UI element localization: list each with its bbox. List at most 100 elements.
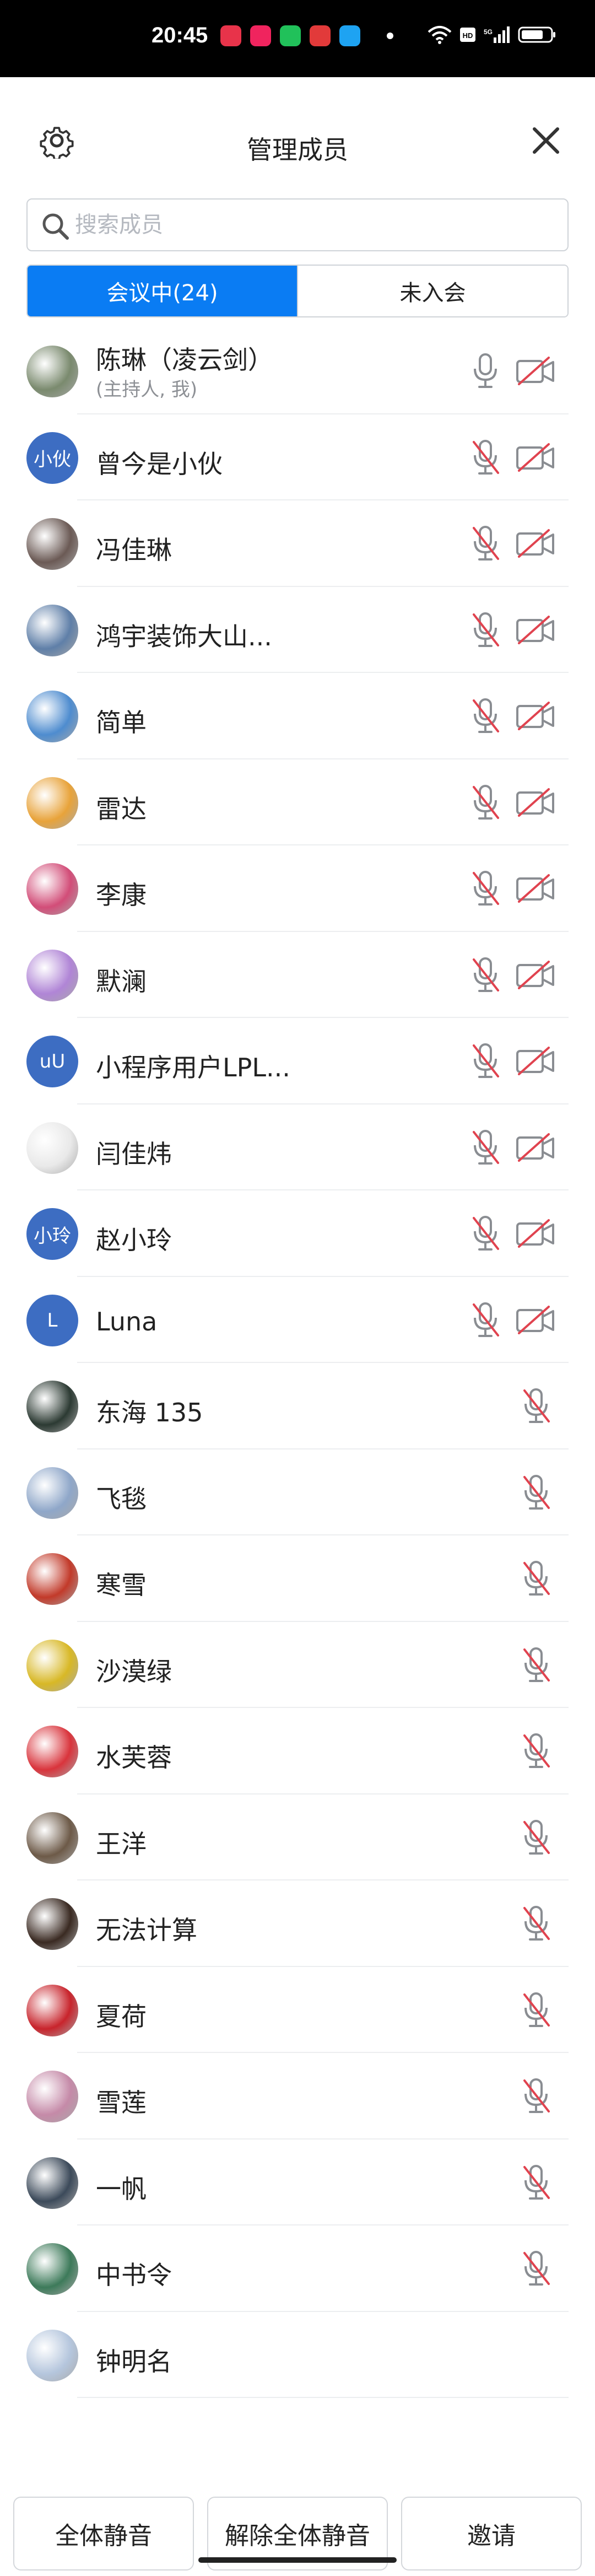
mic-muted-icon[interactable] bbox=[469, 1301, 501, 1339]
member-row[interactable]: 默澜 bbox=[0, 932, 595, 1018]
mic-muted-icon[interactable] bbox=[469, 525, 501, 562]
camera-off-icon[interactable] bbox=[516, 615, 555, 645]
system-icons: HD 5G bbox=[428, 24, 556, 45]
mic-muted-icon[interactable] bbox=[520, 1474, 552, 1511]
mic-muted-icon[interactable] bbox=[520, 1646, 552, 1684]
mic-muted-icon[interactable] bbox=[469, 439, 501, 476]
mic-muted-icon[interactable] bbox=[520, 1387, 552, 1425]
mic-muted-icon[interactable] bbox=[469, 611, 501, 649]
mic-muted-icon[interactable] bbox=[469, 1042, 501, 1080]
member-row[interactable]: 雷达 bbox=[0, 759, 595, 846]
mic-muted-icon[interactable] bbox=[469, 1215, 501, 1252]
member-row[interactable]: 王洋 bbox=[0, 1794, 595, 1881]
avatar bbox=[26, 863, 78, 915]
member-row[interactable]: 鸿宇装饰大山... bbox=[0, 587, 595, 673]
status-app-icons bbox=[220, 25, 393, 46]
member-row[interactable]: 飞毯 bbox=[0, 1449, 595, 1536]
camera-off-icon[interactable] bbox=[516, 355, 555, 386]
mic-muted-icon[interactable] bbox=[520, 2164, 552, 2201]
avatar bbox=[26, 518, 78, 570]
avatar bbox=[26, 2071, 78, 2122]
avatar bbox=[26, 1381, 78, 1432]
svg-text:5G: 5G bbox=[484, 28, 493, 36]
mic-muted-icon[interactable] bbox=[469, 784, 501, 821]
mic-muted-icon[interactable] bbox=[469, 870, 501, 907]
member-list: 陈琳（凌云剑） (主持人, 我) 小伙 曾今是小伙 冯佳琳 鸿宇装饰大山... 简单 bbox=[0, 328, 595, 2398]
avatar bbox=[26, 1726, 78, 1777]
mic-muted-icon[interactable] bbox=[520, 1991, 552, 2029]
member-name: 赵小玲 bbox=[96, 1225, 172, 1255]
mic-muted-icon[interactable] bbox=[520, 1560, 552, 1597]
member-row[interactable]: 小玲 赵小玲 bbox=[0, 1190, 595, 1277]
tab-in-meeting[interactable]: 会议中(24) bbox=[28, 266, 297, 316]
member-row[interactable]: 沙漠绿 bbox=[0, 1622, 595, 1709]
mic-muted-icon[interactable] bbox=[469, 956, 501, 994]
avatar bbox=[26, 2243, 78, 2295]
camera-off-icon[interactable] bbox=[516, 1132, 555, 1163]
camera-off-icon[interactable] bbox=[516, 442, 555, 473]
member-row[interactable]: 寒雪 bbox=[0, 1535, 595, 1622]
member-name: 沙漠绿 bbox=[96, 1656, 172, 1686]
avatar: 小玲 bbox=[26, 1208, 78, 1260]
member-row[interactable]: 李康 bbox=[0, 845, 595, 932]
status-time: 20:45 bbox=[152, 23, 208, 47]
close-button[interactable] bbox=[530, 125, 562, 157]
wifi-icon bbox=[428, 24, 452, 45]
close-icon bbox=[533, 127, 559, 154]
mic-muted-icon[interactable] bbox=[520, 2077, 552, 2115]
mic-muted-icon[interactable] bbox=[520, 1732, 552, 1770]
search-box[interactable] bbox=[26, 198, 569, 251]
camera-off-icon[interactable] bbox=[516, 1218, 555, 1249]
camera-off-icon[interactable] bbox=[516, 700, 555, 731]
app-icon-video bbox=[250, 25, 271, 46]
mic-muted-icon[interactable] bbox=[520, 2250, 552, 2287]
member-name: 王洋 bbox=[96, 1829, 147, 1859]
avatar bbox=[26, 1898, 78, 1950]
battery-icon bbox=[518, 24, 556, 45]
member-row[interactable]: 雪莲 bbox=[0, 2053, 595, 2140]
mic-muted-icon[interactable] bbox=[469, 1129, 501, 1166]
member-row[interactable]: L Luna bbox=[0, 1277, 595, 1364]
member-row[interactable]: uU 小程序用户LPL... bbox=[0, 1018, 595, 1104]
member-row[interactable]: 中书令 bbox=[0, 2225, 595, 2312]
member-row[interactable]: 夏荷 bbox=[0, 1967, 595, 2054]
avatar bbox=[26, 2157, 78, 2209]
camera-off-icon[interactable] bbox=[516, 528, 555, 559]
member-tabs: 会议中(24) 未入会 bbox=[26, 265, 569, 317]
mic-icon[interactable] bbox=[469, 352, 501, 390]
member-name: 鸿宇装饰大山... bbox=[96, 621, 272, 651]
camera-off-icon[interactable] bbox=[516, 1046, 555, 1076]
mic-muted-icon[interactable] bbox=[520, 1905, 552, 1942]
member-row[interactable]: 冯佳琳 bbox=[0, 500, 595, 587]
member-row[interactable]: 一帆 bbox=[0, 2140, 595, 2226]
member-row[interactable]: 无法计算 bbox=[0, 1880, 595, 1967]
member-row[interactable]: 钟明名 bbox=[0, 2312, 595, 2399]
camera-off-icon[interactable] bbox=[516, 873, 555, 904]
member-name: 曾今是小伙 bbox=[96, 449, 223, 479]
member-row[interactable]: 水芙蓉 bbox=[0, 1708, 595, 1794]
invite-button[interactable]: 邀请 bbox=[401, 2497, 582, 2570]
avatar bbox=[26, 1812, 78, 1864]
search-input[interactable] bbox=[75, 208, 549, 241]
mic-muted-icon[interactable] bbox=[469, 697, 501, 735]
camera-off-icon[interactable] bbox=[516, 1305, 555, 1335]
camera-off-icon[interactable] bbox=[516, 787, 555, 818]
tab-not-joined[interactable]: 未入会 bbox=[297, 266, 567, 316]
member-row[interactable]: 陈琳（凌云剑） (主持人, 我) bbox=[0, 328, 595, 414]
member-role: (主持人, 我) bbox=[96, 379, 198, 401]
member-name: 东海 135 bbox=[96, 1398, 203, 1427]
mute-all-button[interactable]: 全体静音 bbox=[13, 2497, 194, 2570]
avatar bbox=[26, 777, 78, 829]
member-row[interactable]: 小伙 曾今是小伙 bbox=[0, 414, 595, 501]
member-row[interactable]: 闫佳炜 bbox=[0, 1104, 595, 1191]
member-name: 中书令 bbox=[96, 2260, 172, 2290]
member-row[interactable]: 东海 135 bbox=[0, 1363, 595, 1449]
member-name: 水芙蓉 bbox=[96, 1743, 172, 1772]
camera-off-icon[interactable] bbox=[516, 960, 555, 990]
member-row[interactable]: 简单 bbox=[0, 673, 595, 759]
avatar bbox=[26, 1639, 78, 1691]
app-icon-green bbox=[280, 25, 301, 46]
avatar bbox=[26, 1553, 78, 1605]
mic-muted-icon[interactable] bbox=[520, 1819, 552, 1856]
member-name: 闫佳炜 bbox=[96, 1139, 172, 1169]
